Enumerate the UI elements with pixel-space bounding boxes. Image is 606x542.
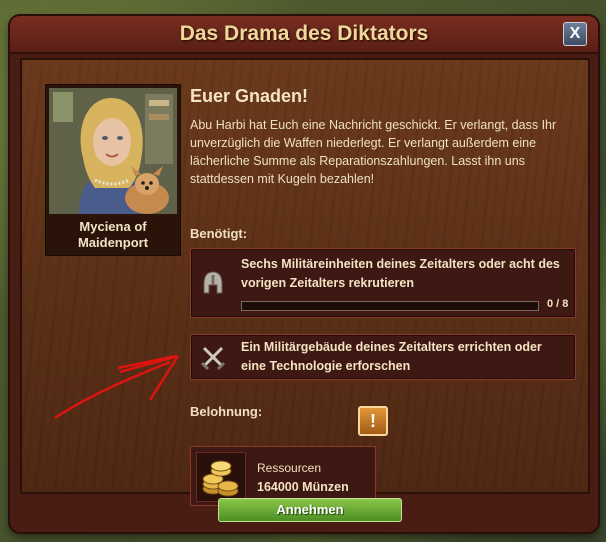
- quest-dialog: Das Drama des Diktators X Myciena of Mai…: [10, 16, 598, 532]
- requirements-label: Benötigt:: [190, 226, 248, 241]
- reward-label: Belohnung:: [190, 404, 263, 419]
- dialog-body: Myciena of Maidenport Euer Gnaden! Abu H…: [20, 58, 590, 506]
- requirement-text: Ein Militärgebäude deines Zeitalters err…: [241, 340, 542, 373]
- helmet-icon: [199, 269, 227, 297]
- character-portrait-image: [49, 88, 177, 214]
- character-name: Myciena of Maidenport: [77, 219, 149, 250]
- accept-button[interactable]: Annehmen: [218, 498, 402, 522]
- requirement-progress-bar: [241, 301, 539, 311]
- reward-value: 164000 Münzen: [257, 480, 349, 494]
- reward-type: Ressourcen: [257, 461, 322, 475]
- crossed-swords-icon: [199, 343, 227, 371]
- gold-coins-icon: [196, 452, 246, 502]
- character-card: Myciena of Maidenport: [45, 84, 181, 256]
- requirement-task: Sechs Militäreinheiten deines Zeitalters…: [190, 248, 576, 318]
- message-body: Abu Harbi hat Euch eine Nachricht geschi…: [190, 118, 557, 186]
- requirement-task: Ein Militärgebäude deines Zeitalters err…: [190, 334, 576, 380]
- dialog-title: Das Drama des Diktators: [179, 22, 429, 45]
- requirement-text: Sechs Militäreinheiten deines Zeitalters…: [241, 257, 560, 290]
- message-heading: Euer Gnaden!: [190, 86, 309, 106]
- requirement-progress-label: 0 / 8: [547, 298, 569, 310]
- reward-card: Ressourcen 164000 Münzen: [190, 446, 376, 506]
- dialog-titlebar: Das Drama des Diktators X: [10, 16, 598, 54]
- reward-alert-button[interactable]: !: [358, 406, 388, 436]
- close-button[interactable]: X: [563, 22, 587, 46]
- character-portrait: [49, 88, 177, 214]
